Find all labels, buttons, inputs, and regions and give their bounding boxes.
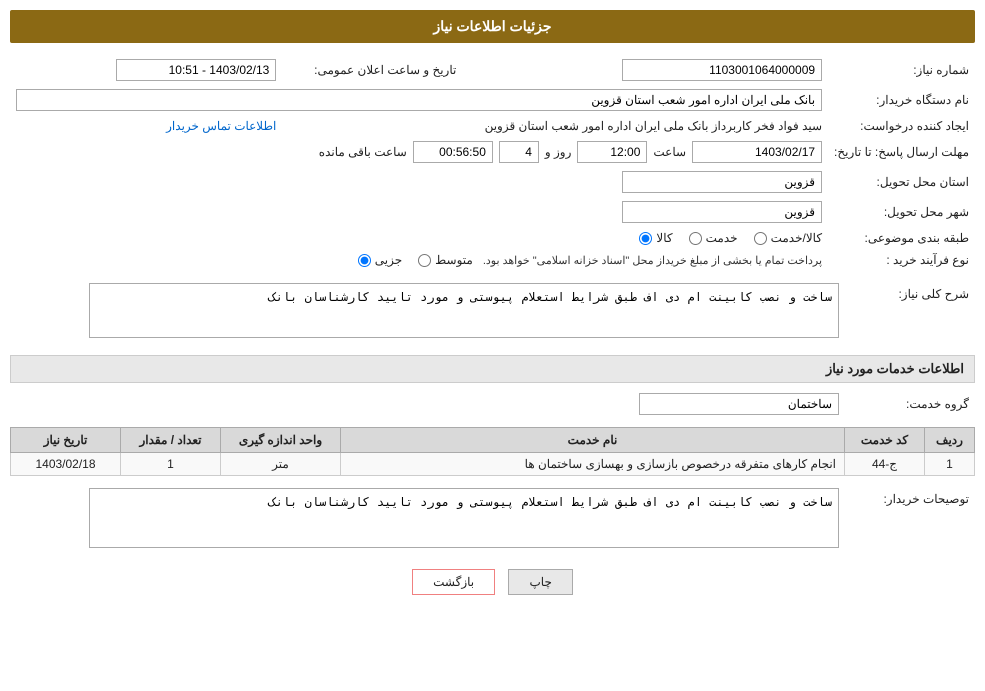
category-label: طبقه بندی موضوعی: (828, 227, 975, 249)
deadline-remaining-input[interactable] (413, 141, 493, 163)
deadline-label: مهلت ارسال پاسخ: تا تاریخ: (828, 137, 975, 167)
buttons-row: چاپ بازگشت (10, 569, 975, 595)
cell-service-code: ج-44 (845, 453, 925, 476)
category-goods-label: کالا (656, 231, 672, 245)
category-radio-service[interactable]: خدمت (689, 231, 738, 245)
info-table: شماره نیاز: تاریخ و ساعت اعلان عمومی: نا… (10, 55, 975, 271)
services-section: اطلاعات خدمات مورد نیاز گروه خدمت: ردیف … (10, 355, 975, 555)
page-title: جزئیات اطلاعات نیاز (10, 10, 975, 43)
buyer-notes-label: توصیحات خریدار: (845, 484, 975, 555)
org-name-label: نام دستگاه خریدار: (828, 85, 975, 115)
cell-unit: متر (221, 453, 341, 476)
service-group-table: گروه خدمت: (10, 389, 975, 419)
purchase-radio-partial-input[interactable] (358, 254, 371, 267)
province-input[interactable] (622, 171, 822, 193)
deadline-time-input[interactable] (577, 141, 647, 163)
category-radio-service-input[interactable] (689, 232, 702, 245)
category-radio-goods[interactable]: کالا (639, 231, 672, 245)
contact-link-cell: اطلاعات تماس خریدار (10, 115, 282, 137)
col-unit: واحد اندازه گیری (221, 428, 341, 453)
print-button[interactable]: چاپ (508, 569, 572, 595)
need-description-cell (10, 279, 845, 345)
org-name-cell (10, 85, 828, 115)
cell-service-name: انجام کارهای متفرقه درخصوص بازسازی و بهس… (341, 453, 845, 476)
purchase-cell: پرداخت تمام یا بخشی از مبلغ خریداز محل "… (10, 249, 828, 271)
announcement-input[interactable] (116, 59, 276, 81)
col-row-num: ردیف (925, 428, 975, 453)
purchase-radio-medium[interactable]: متوسط (418, 253, 473, 267)
purchase-partial-label: جزیی (375, 253, 402, 267)
need-description-label: شرح کلی نیاز: (845, 279, 975, 345)
creator-label: ایجاد کننده درخواست: (828, 115, 975, 137)
announcement-label: تاریخ و ساعت اعلان عمومی: (282, 55, 462, 85)
buyer-notes-textarea[interactable] (89, 488, 839, 548)
category-radio-goods-service[interactable]: کالا/خدمت (754, 231, 822, 245)
form-section: شماره نیاز: تاریخ و ساعت اعلان عمومی: نا… (10, 55, 975, 345)
col-service-code: کد خدمت (845, 428, 925, 453)
purchase-note: پرداخت تمام یا بخشی از مبلغ خریداز محل "… (483, 254, 822, 267)
creator-cell: سید فواد فخر کاربرداز بانک ملی ایران ادا… (282, 115, 828, 137)
category-radio-goods-input[interactable] (639, 232, 652, 245)
cell-quantity: 1 (121, 453, 221, 476)
need-number-label: شماره نیاز: (828, 55, 975, 85)
service-group-cell (10, 389, 845, 419)
description-table: شرح کلی نیاز: (10, 279, 975, 345)
remaining-label: ساعت باقی مانده (319, 145, 407, 159)
need-description-textarea[interactable] (89, 283, 839, 338)
category-cell: کالا/خدمت خدمت کالا (10, 227, 828, 249)
table-row: 1 ج-44 انجام کارهای متفرقه درخصوص بازساز… (11, 453, 975, 476)
back-button[interactable]: بازگشت (412, 569, 495, 595)
deadline-cell: ساعت روز و ساعت باقی مانده (10, 137, 828, 167)
col-date: تاریخ نیاز (11, 428, 121, 453)
col-quantity: تعداد / مقدار (121, 428, 221, 453)
category-service-label: خدمت (706, 231, 738, 245)
buyer-notes-cell (10, 484, 845, 555)
deadline-date-input[interactable] (692, 141, 822, 163)
cell-date: 1403/02/18 (11, 453, 121, 476)
contact-link[interactable]: اطلاعات تماس خریدار (166, 119, 276, 133)
services-section-title: اطلاعات خدمات مورد نیاز (10, 355, 975, 383)
buyer-notes-table: توصیحات خریدار: (10, 484, 975, 555)
org-name-input[interactable] (16, 89, 822, 111)
province-cell (10, 167, 828, 197)
days-label: روز و (545, 145, 572, 159)
service-group-label: گروه خدمت: (845, 389, 975, 419)
category-radio-goods-service-input[interactable] (754, 232, 767, 245)
need-number-input[interactable] (622, 59, 822, 81)
time-label: ساعت (653, 145, 686, 159)
purchase-radio-medium-input[interactable] (418, 254, 431, 267)
purchase-label: نوع فرآیند خرید : (828, 249, 975, 271)
purchase-radio-partial[interactable]: جزیی (358, 253, 402, 267)
purchase-medium-label: متوسط (435, 253, 473, 267)
creator-value: سید فواد فخر کاربرداز بانک ملی ایران ادا… (485, 119, 822, 133)
services-data-table: ردیف کد خدمت نام خدمت واحد اندازه گیری ت… (10, 427, 975, 476)
col-service-name: نام خدمت (341, 428, 845, 453)
need-number-cell (492, 55, 828, 85)
cell-row-num: 1 (925, 453, 975, 476)
service-group-input[interactable] (639, 393, 839, 415)
city-cell (10, 197, 828, 227)
city-input[interactable] (622, 201, 822, 223)
city-label: شهر محل تحویل: (828, 197, 975, 227)
announcement-cell (10, 55, 282, 85)
province-label: استان محل تحویل: (828, 167, 975, 197)
category-goods-service-label: کالا/خدمت (771, 231, 822, 245)
deadline-days-input[interactable] (499, 141, 539, 163)
